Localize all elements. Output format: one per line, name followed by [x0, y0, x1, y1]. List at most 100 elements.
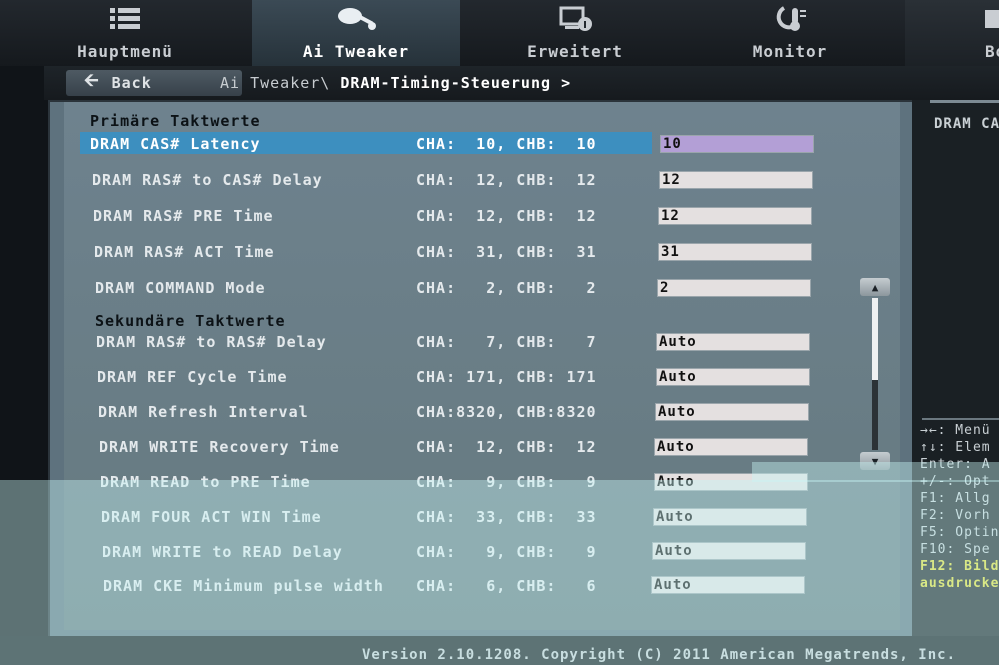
help-key-item: ↑↓: Elem	[920, 440, 991, 455]
setting-name: DRAM CKE Minimum pulse width	[103, 577, 384, 595]
table-row[interactable]: DRAM Refresh Interval CHA:8320, CHB:8320	[98, 400, 678, 424]
channel-values: CHA: 171, CHB: 171	[416, 368, 597, 386]
table-row[interactable]: DRAM RAS# to CAS# Delay CHA: 12, CHB: 12	[92, 168, 672, 192]
help-key-list: →←: Menü ↑↓: Elem Enter: A +/-: Opt F1: Allg…	[920, 422, 999, 592]
boot-icon	[905, 2, 999, 36]
version-text: Version 2.10.1208. Copyright (C) 2011 Am…	[362, 647, 957, 663]
setting-value-field[interactable]: Auto	[656, 333, 810, 351]
setting-value-field[interactable]: Auto	[654, 473, 808, 491]
table-row[interactable]: DRAM CAS# Latency CHA: 10, CHB: 10	[80, 132, 670, 156]
setting-name: DRAM COMMAND Mode	[95, 279, 266, 297]
tab-erweitert[interactable]: Erweitert	[480, 0, 670, 66]
table-row[interactable]: DRAM WRITE to READ Delay CHA: 9, CHB: 9	[102, 540, 682, 564]
table-row[interactable]: DRAM READ to PRE Time CHA: 9, CHB: 9	[100, 470, 680, 494]
settings-list: Primäre Taktwerte Sekundäre Taktwerte DR…	[64, 102, 900, 630]
setting-value-field[interactable]: Auto	[654, 438, 808, 456]
channel-values: CHA: 2, CHB: 2	[416, 279, 597, 297]
scroll-down-button[interactable]: ▼	[860, 452, 890, 470]
help-title: DRAM CA	[934, 116, 999, 132]
settings-panel: Primäre Taktwerte Sekundäre Taktwerte DR…	[48, 100, 914, 640]
setting-value-field[interactable]: Auto	[655, 403, 809, 421]
breadcrumb-path: Ai Tweaker\ DRAM-Timing-Steuerung >	[220, 74, 571, 92]
breadcrumb-parent[interactable]: Ai Tweaker\	[220, 74, 330, 92]
table-row[interactable]: DRAM FOUR ACT WIN Time CHA: 33, CHB: 33	[101, 505, 681, 529]
tweaker-icon	[252, 2, 460, 36]
chevron-up-icon: ▲	[871, 280, 879, 294]
table-row[interactable]: DRAM COMMAND Mode CHA: 2, CHB: 2	[95, 276, 675, 300]
setting-value-field[interactable]: Auto	[652, 542, 806, 560]
back-arrow-icon: 🡨	[84, 70, 100, 91]
setting-value-field[interactable]: Auto	[653, 508, 807, 526]
help-key-item: +/-: Opt	[920, 474, 991, 489]
setting-value-field[interactable]: Auto	[651, 576, 805, 594]
breadcrumb-current: DRAM-Timing-Steuerung	[340, 74, 552, 92]
channel-values: CHA: 12, CHB: 12	[416, 207, 597, 225]
help-divider	[930, 100, 999, 103]
help-key-item-highlight: F12: Bild	[920, 559, 999, 574]
list-icon	[40, 2, 210, 36]
table-row[interactable]: DRAM WRITE Recovery Time CHA: 12, CHB: 12	[99, 435, 679, 459]
setting-name: DRAM WRITE to READ Delay	[102, 543, 343, 561]
setting-name: DRAM WRITE Recovery Time	[99, 438, 340, 456]
breadcrumb: 🡨 Back Ai Tweaker\ DRAM-Timing-Steuerung…	[44, 66, 999, 100]
tab-label: Bo	[985, 42, 999, 61]
tab-boot[interactable]: Bo	[905, 0, 999, 66]
back-label: Back	[111, 74, 152, 92]
help-key-item: F2: Vorh	[920, 508, 991, 523]
setting-value-field[interactable]: 31	[658, 243, 812, 261]
setting-value-field[interactable]: 2	[657, 279, 811, 297]
channel-values: CHA: 7, CHB: 7	[416, 333, 597, 351]
table-row[interactable]: DRAM RAS# PRE Time CHA: 12, CHB: 12	[93, 204, 673, 228]
channel-values: CHA: 31, CHB: 31	[416, 243, 597, 261]
table-row[interactable]: DRAM RAS# ACT Time CHA: 31, CHB: 31	[94, 240, 674, 264]
setting-name: DRAM RAS# to CAS# Delay	[92, 171, 323, 189]
section-primary-heading: Primäre Taktwerte	[90, 112, 261, 130]
help-key-item-highlight: ausdrucke	[920, 576, 999, 591]
tab-label: Hauptmenü	[77, 42, 173, 61]
channel-values: CHA: 12, CHB: 12	[416, 438, 597, 456]
tab-monitor[interactable]: Monitor	[695, 0, 885, 66]
help-key-item: →←: Menü	[920, 423, 991, 438]
tab-label: Ai Tweaker	[302, 42, 410, 61]
help-key-item: F5: Optin	[920, 525, 999, 540]
setting-name: DRAM RAS# PRE Time	[93, 207, 274, 225]
setting-value-field[interactable]: 10	[660, 135, 814, 153]
help-divider	[922, 418, 999, 420]
help-key-item: F1: Allg	[920, 491, 991, 506]
setting-name: DRAM REF Cycle Time	[97, 368, 288, 386]
setting-value-field[interactable]: Auto	[656, 368, 810, 386]
setting-name: DRAM READ to PRE Time	[100, 473, 311, 491]
table-row[interactable]: DRAM RAS# to RAS# Delay CHA: 7, CHB: 7	[96, 330, 676, 354]
table-row[interactable]: DRAM REF Cycle Time CHA: 171, CHB: 171	[97, 365, 677, 389]
channel-values: CHA: 9, CHB: 9	[416, 543, 597, 561]
chevron-down-icon: ▼	[871, 454, 879, 468]
setting-name: DRAM RAS# ACT Time	[94, 243, 275, 261]
tab-label: Erweitert	[527, 42, 623, 61]
top-tab-bar: Hauptmenü Ai Tweaker Erweitert Monitor B	[0, 0, 999, 66]
channel-values: CHA: 9, CHB: 9	[416, 473, 597, 491]
setting-name: DRAM RAS# to RAS# Delay	[96, 333, 327, 351]
setting-name: DRAM FOUR ACT WIN Time	[101, 508, 322, 526]
table-row[interactable]: DRAM CKE Minimum pulse width CHA: 6, CHB:…	[103, 574, 683, 598]
tab-hauptmenu[interactable]: Hauptmenü	[40, 0, 210, 66]
setting-value-field[interactable]: 12	[658, 207, 812, 225]
scrollbar[interactable]: ▲ ▼	[860, 278, 890, 470]
help-key-item: F10: Spe	[920, 542, 991, 557]
setting-value-field[interactable]: 12	[659, 171, 813, 189]
thermometer-icon	[695, 2, 885, 36]
channel-values: CHA: 10, CHB: 10	[416, 135, 597, 153]
back-button[interactable]: 🡨 Back	[66, 70, 242, 96]
breadcrumb-arrow: >	[561, 74, 572, 92]
channel-values: CHA: 12, CHB: 12	[416, 171, 597, 189]
scroll-thumb[interactable]	[872, 298, 878, 380]
channel-values: CHA:8320, CHB:8320	[416, 403, 597, 421]
help-key-item: Enter: A	[920, 457, 991, 472]
advanced-icon	[480, 2, 670, 36]
setting-name: DRAM Refresh Interval	[98, 403, 309, 421]
tab-label: Monitor	[752, 42, 828, 61]
scroll-up-button[interactable]: ▲	[860, 278, 890, 296]
setting-name: DRAM CAS# Latency	[90, 135, 261, 153]
tab-ai-tweaker[interactable]: Ai Tweaker	[252, 0, 460, 66]
bios-screen: Hauptmenü Ai Tweaker Erweitert Monitor B…	[0, 0, 999, 665]
version-bar: Version 2.10.1208. Copyright (C) 2011 Am…	[0, 636, 999, 665]
